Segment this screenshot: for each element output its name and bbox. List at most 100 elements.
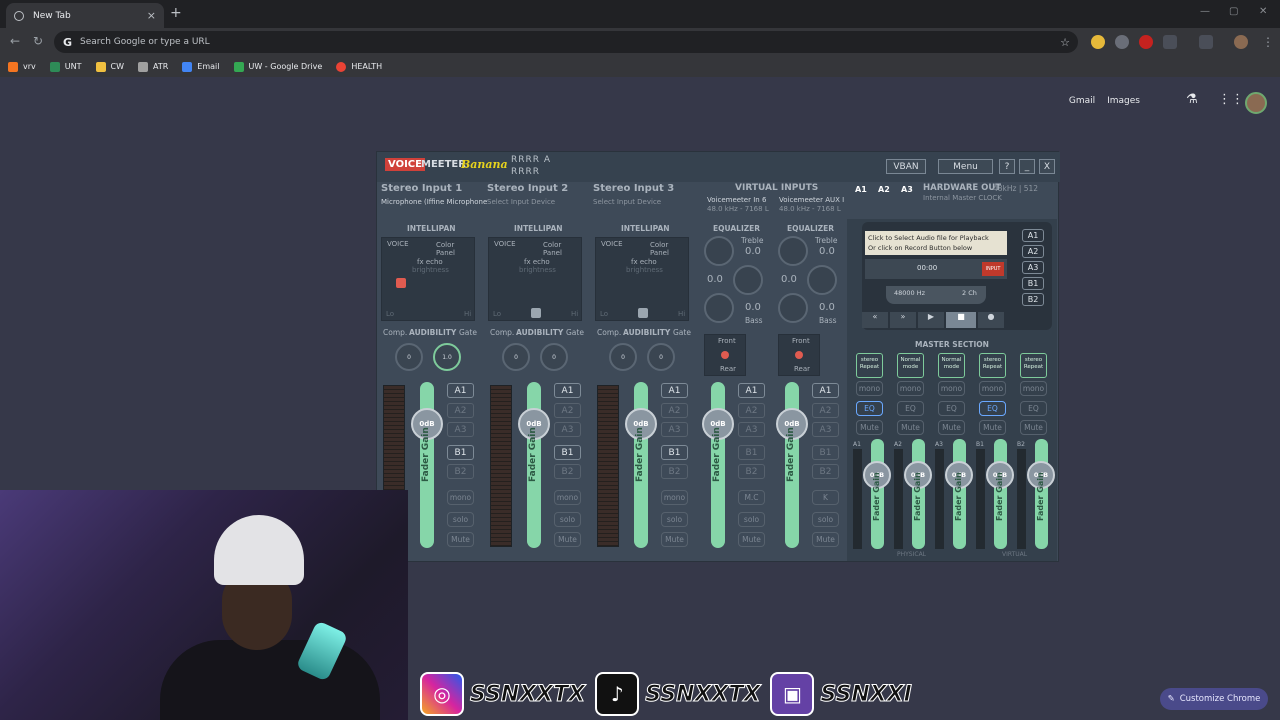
eq-knob-bass[interactable] <box>704 293 734 323</box>
eq-knob-mid[interactable] <box>807 265 837 295</box>
gate-knob[interactable]: 0 <box>647 343 675 371</box>
mute-button[interactable]: Mute <box>738 532 765 547</box>
master-mute-a3[interactable]: Mute <box>938 420 965 435</box>
bus-a3-button[interactable]: A3 <box>738 422 765 437</box>
bus-b2-button[interactable]: B2 <box>738 464 765 479</box>
bookmark-star-icon[interactable]: ☆ <box>1060 36 1070 49</box>
recorder-message[interactable]: Click to Select Audio file for Playback … <box>865 231 1007 255</box>
input2-title[interactable]: Stereo Input 2 <box>487 183 568 194</box>
bus-a2-button[interactable]: A2 <box>661 403 688 418</box>
rec-a2-button[interactable]: A2 <box>1022 245 1044 258</box>
gmail-link[interactable]: Gmail <box>1069 96 1095 106</box>
help-button[interactable]: ? <box>999 159 1015 174</box>
tab-close-icon[interactable]: × <box>147 9 156 22</box>
stop-icon[interactable]: ■ <box>946 312 976 328</box>
bookmark-vrv[interactable]: vrv <box>8 61 36 72</box>
bookmark-email[interactable]: Email <box>182 61 220 72</box>
master-mono-a2[interactable]: mono <box>897 381 924 396</box>
input2-device[interactable]: Select Input Device <box>487 198 555 206</box>
master-mono-a3[interactable]: mono <box>938 381 965 396</box>
bus-b2-button[interactable]: B2 <box>661 464 688 479</box>
menu-button[interactable]: Menu <box>938 159 993 174</box>
fader-gain-slider[interactable]: 0dB Fader Gain <box>625 382 657 548</box>
intellipan-pad[interactable]: VOICE Color Panel fx echo brightness Lo … <box>488 237 582 321</box>
intellipan-pad[interactable]: VOICE Color Panel fx echo brightness Lo … <box>381 237 475 321</box>
input3-title[interactable]: Stereo Input 3 <box>593 183 674 194</box>
master-eq-a2[interactable]: EQ <box>897 401 924 416</box>
hw-a3[interactable]: A3 <box>901 185 913 194</box>
master-mode-b2[interactable]: stereo Repeat <box>1020 353 1047 378</box>
master-mono-b2[interactable]: mono <box>1020 381 1047 396</box>
fader-gain-slider[interactable]: 0dB Fader Gain <box>411 382 443 548</box>
new-tab-button[interactable]: + <box>170 5 182 21</box>
recorder-input-button[interactable]: INPUT <box>982 262 1004 276</box>
master-mode-b1[interactable]: stereo Repeat <box>979 353 1006 378</box>
bus-a1-button[interactable]: A1 <box>554 383 581 398</box>
bus-a3-button[interactable]: A3 <box>812 422 839 437</box>
bus-a3-button[interactable]: A3 <box>661 422 688 437</box>
master-fader[interactable]: 0dB Fader Gain <box>986 439 1014 549</box>
extensions-puzzle-icon[interactable] <box>1163 35 1177 49</box>
bookmark-cw[interactable]: CW <box>95 61 124 72</box>
master-fader[interactable]: 0dB Fader Gain <box>863 439 891 549</box>
ntp-avatar[interactable] <box>1245 92 1267 114</box>
fader-gain-slider[interactable]: 0dB Fader Gain <box>776 382 808 548</box>
omnibox[interactable]: G Search Google or type a URL ☆ <box>54 31 1078 53</box>
master-fader[interactable]: 0dB Fader Gain <box>945 439 973 549</box>
bookmark-uw-drive[interactable]: UW - Google Drive <box>233 61 322 72</box>
forward-icon[interactable]: » <box>890 312 916 328</box>
record-icon[interactable]: ● <box>978 312 1004 328</box>
master-mute-a1[interactable]: Mute <box>856 420 883 435</box>
master-mode-a3[interactable]: Normal mode <box>938 353 965 378</box>
master-fader[interactable]: 0dB Fader Gain <box>904 439 932 549</box>
gate-knob[interactable]: 0 <box>540 343 568 371</box>
rewind-icon[interactable]: « <box>862 312 888 328</box>
master-eq-a1[interactable]: EQ <box>856 401 883 416</box>
input1-title[interactable]: Stereo Input 1 <box>381 183 462 194</box>
eq-knob-bass[interactable] <box>778 293 808 323</box>
master-eq-b1[interactable]: EQ <box>979 401 1006 416</box>
play-icon[interactable]: ▶ <box>918 312 944 328</box>
bus-a1-button[interactable]: A1 <box>812 383 839 398</box>
labs-flask-icon[interactable]: ⚗ <box>1186 92 1198 107</box>
eq-knob-treble[interactable] <box>704 236 734 266</box>
mc-button[interactable]: M.C <box>738 490 765 505</box>
bus-a2-button[interactable]: A2 <box>812 403 839 418</box>
input3-device[interactable]: Select Input Device <box>593 198 661 206</box>
hw-a2[interactable]: A2 <box>878 185 890 194</box>
master-fader[interactable]: 0dB Fader Gain <box>1027 439 1055 549</box>
bus-b2-button[interactable]: B2 <box>554 464 581 479</box>
master-mode-a2[interactable]: Normal mode <box>897 353 924 378</box>
extension-k-icon[interactable] <box>1139 35 1153 49</box>
comp-knob[interactable]: 0 <box>502 343 530 371</box>
bus-a2-button[interactable]: A2 <box>447 403 474 418</box>
master-mode-a1[interactable]: stereo Repeat <box>856 353 883 378</box>
vban-button[interactable]: VBAN <box>886 159 926 174</box>
master-eq-b2[interactable]: EQ <box>1020 401 1047 416</box>
apps-grid-icon[interactable]: ⋮⋮ <box>1218 92 1244 107</box>
solo-button[interactable]: solo <box>812 512 839 527</box>
comp-knob[interactable]: 0 <box>395 343 423 371</box>
rec-b1-button[interactable]: B1 <box>1022 277 1044 290</box>
mute-button[interactable]: Mute <box>447 532 474 547</box>
window-minimize-button[interactable]: — <box>1200 6 1210 17</box>
minimize-button[interactable]: _ <box>1019 159 1035 174</box>
pan-position-dot[interactable] <box>638 308 648 318</box>
bus-b2-button[interactable]: B2 <box>447 464 474 479</box>
fader-gain-slider[interactable]: 0dB Fader Gain <box>518 382 550 548</box>
pan-position-dot[interactable] <box>531 308 541 318</box>
pan-position-dot[interactable] <box>396 278 406 288</box>
intellipan-pad[interactable]: VOICE Color Panel fx echo brightness Lo … <box>595 237 689 321</box>
bus-a1-button[interactable]: A1 <box>447 383 474 398</box>
bus-b1-button[interactable]: B1 <box>554 445 581 460</box>
images-link[interactable]: Images <box>1107 96 1140 106</box>
surround-pad[interactable]: Front Rear <box>704 334 746 376</box>
eq-knob-mid[interactable] <box>733 265 763 295</box>
close-button[interactable]: X <box>1039 159 1055 174</box>
mute-button[interactable]: Mute <box>661 532 688 547</box>
bookmark-unt[interactable]: UNT <box>49 61 82 72</box>
bus-b1-button[interactable]: B1 <box>447 445 474 460</box>
mono-button[interactable]: mono <box>447 490 474 505</box>
fader-gain-slider[interactable]: 0dB Fader Gain <box>702 382 734 548</box>
extension-sun-icon[interactable] <box>1091 35 1105 49</box>
